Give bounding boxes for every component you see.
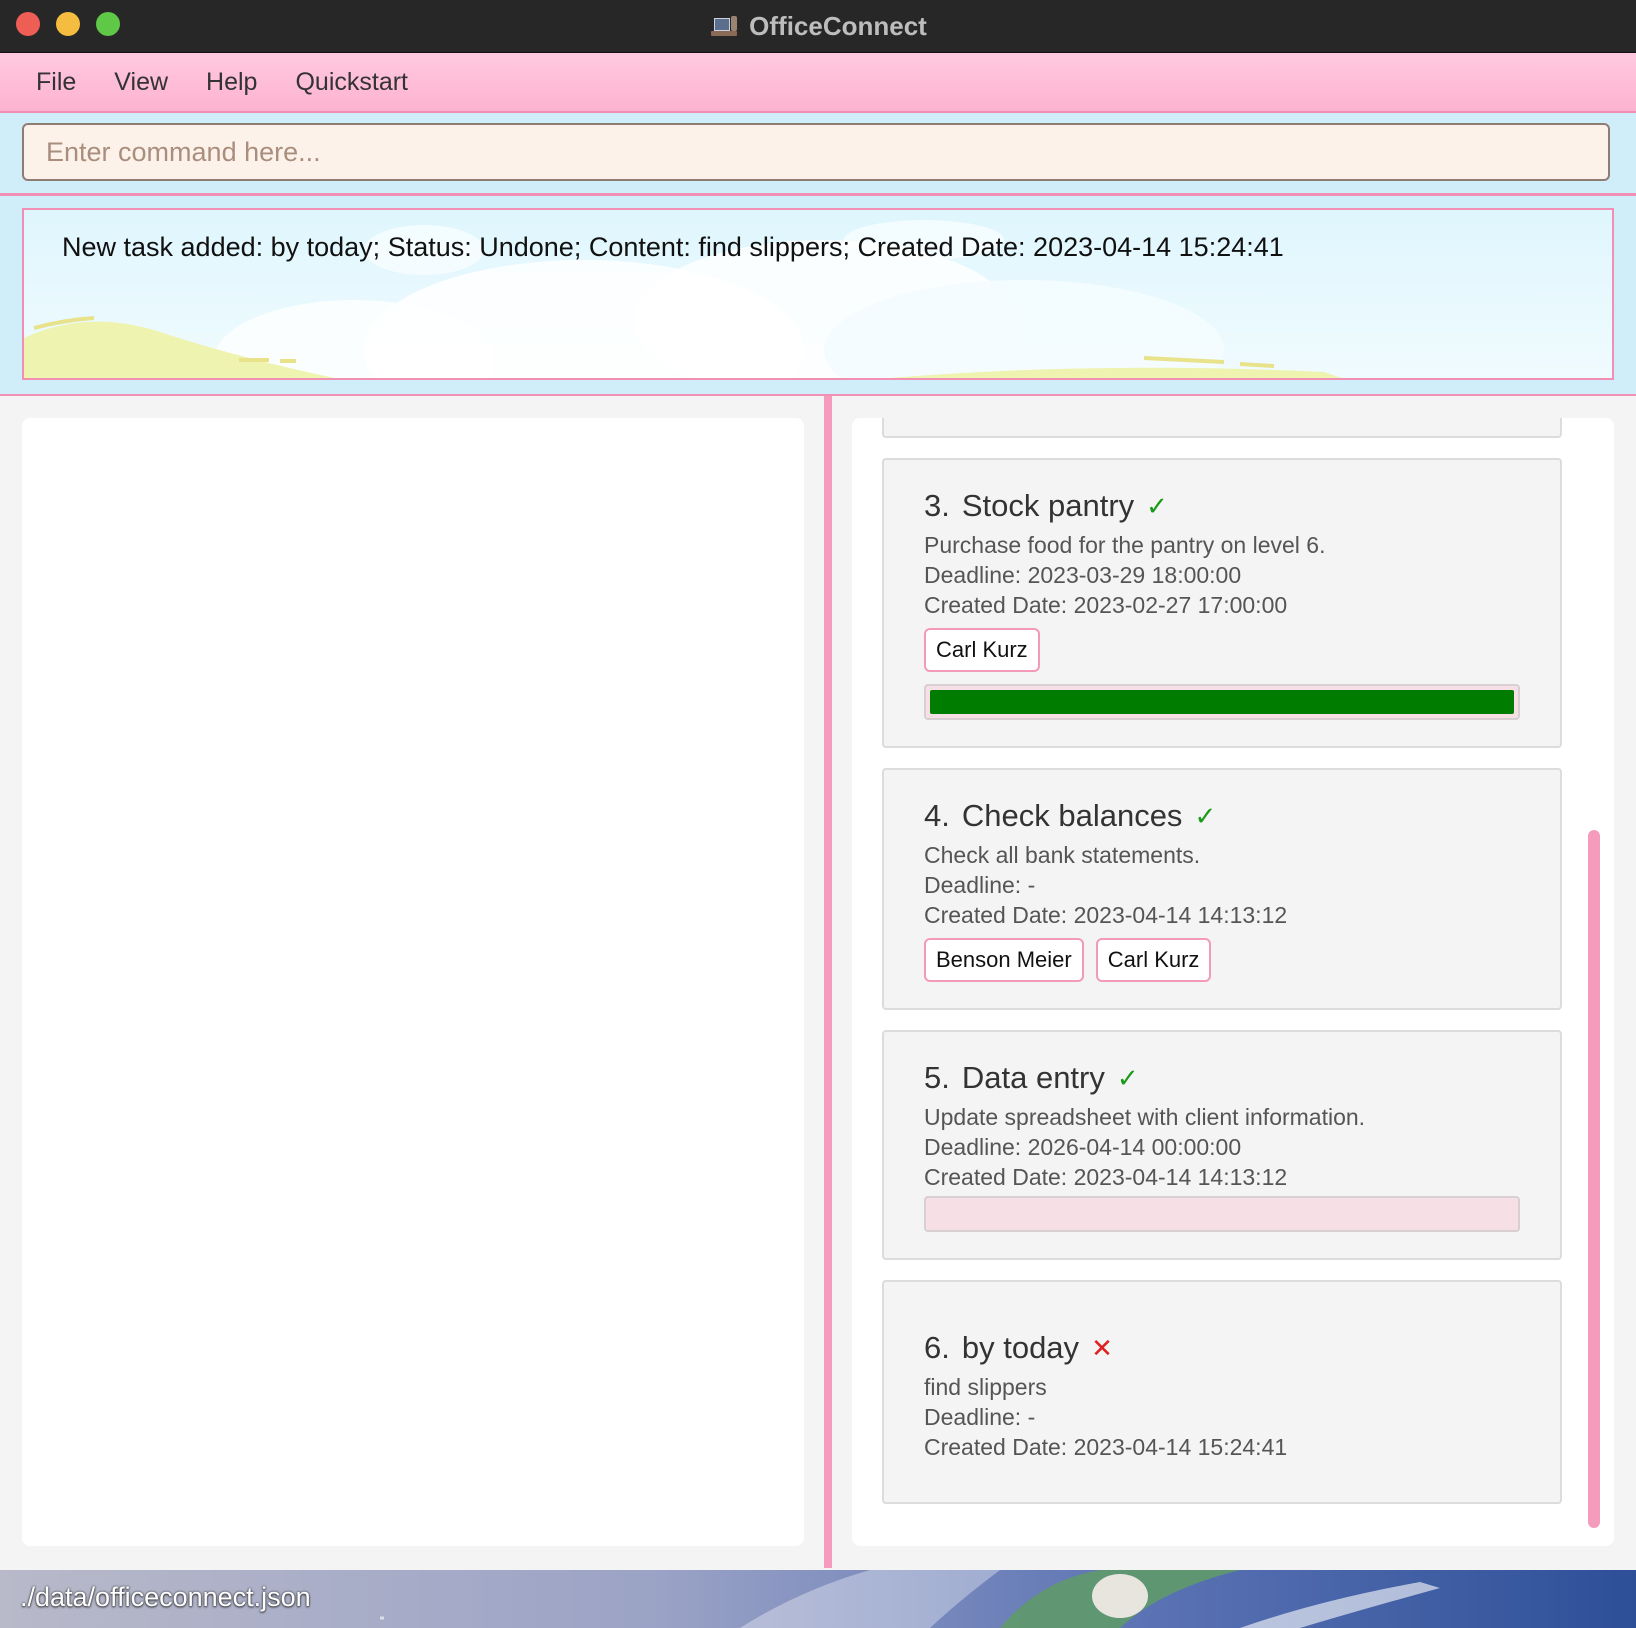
task-list-scrollbar[interactable] — [1588, 830, 1600, 1528]
task-tags: Carl Kurz — [924, 628, 1520, 672]
title-group: OfficeConnect — [0, 0, 1636, 52]
task-index: 3. — [924, 488, 950, 523]
task-content: find slippers — [924, 1374, 1047, 1400]
task-index: 5. — [924, 1060, 950, 1095]
task-created-date: Created Date: 2023-04-14 14:13:12 — [924, 1164, 1288, 1190]
assignee-tag: Carl Kurz — [1095, 938, 1212, 982]
assignee-tag: Benson Meier — [924, 938, 1084, 982]
task-content: Check all bank statements. — [924, 842, 1201, 868]
task-content: Update spreadsheet with client informati… — [924, 1104, 1366, 1130]
task-progress-bar — [924, 1196, 1520, 1232]
task-card[interactable]: 5. Data entry ✓ Update spreadsheet with … — [882, 1030, 1562, 1260]
task-created-date: Created Date: 2023-02-27 17:00:00 — [924, 592, 1288, 618]
task-title: Check balances — [961, 798, 1183, 833]
menu-bar: File View Help Quickstart — [0, 53, 1636, 113]
result-display-area: New task added: by today; Status: Undone… — [0, 196, 1636, 396]
task-card[interactable]: 3. Stock pantry ✓ Purchase food for the … — [882, 458, 1562, 748]
result-message: New task added: by today; Status: Undone… — [62, 232, 1284, 262]
done-check-icon: ✓ — [1146, 490, 1168, 521]
menu-help[interactable]: Help — [187, 68, 276, 97]
status-bar: ./data/officeconnect.json — [0, 1570, 1636, 1628]
task-title: Stock pantry — [961, 488, 1135, 523]
command-bar — [0, 113, 1636, 196]
task-deadline: Deadline: 2026-04-14 00:00:00 — [924, 1134, 1242, 1160]
task-created-date: Created Date: 2023-04-14 14:13:12 — [924, 902, 1288, 928]
title-bar: OfficeConnect — [0, 0, 1636, 53]
task-header: 6. by today ✕ — [924, 1330, 1520, 1366]
task-deadline: Deadline: - — [924, 1404, 1036, 1430]
save-file-path: ./data/officeconnect.json — [20, 1582, 311, 1612]
task-card[interactable]: 4. Check balances ✓ Check all bank state… — [882, 768, 1562, 1010]
task-created-date: Created Date: 2023-04-14 15:24:41 — [924, 1434, 1288, 1460]
task-deadline: Deadline: - — [924, 872, 1036, 898]
window-title: OfficeConnect — [749, 10, 927, 41]
assignee-tag: Carl Kurz — [924, 628, 1040, 672]
task-list: 3. Stock pantry ✓ Purchase food for the … — [882, 418, 1562, 1524]
task-content: Purchase food for the pantry on level 6. — [924, 532, 1326, 558]
done-check-icon: ✓ — [1116, 1062, 1139, 1093]
command-input[interactable] — [22, 123, 1610, 181]
menu-quickstart[interactable]: Quickstart — [276, 68, 427, 97]
left-list-panel — [22, 418, 804, 1546]
task-deadline: Deadline: 2023-03-29 18:00:00 — [924, 562, 1242, 588]
task-header: 3. Stock pantry ✓ — [924, 488, 1520, 524]
menu-view[interactable]: View — [95, 68, 187, 97]
task-header: 4. Check balances ✓ — [924, 798, 1520, 834]
office-desk-icon — [709, 13, 739, 39]
progress-fill — [930, 690, 1514, 714]
undone-cross-icon: ✕ — [1091, 1332, 1113, 1363]
menu-file[interactable]: File — [0, 68, 95, 97]
task-tags: Benson Meier Carl Kurz — [924, 938, 1520, 982]
task-title: by today — [961, 1330, 1080, 1365]
result-display: New task added: by today; Status: Undone… — [22, 208, 1614, 380]
task-card-partial[interactable] — [882, 418, 1562, 438]
task-title: Data entry — [961, 1060, 1105, 1095]
task-index: 4. — [924, 798, 950, 833]
task-header: 5. Data entry ✓ — [924, 1060, 1520, 1096]
task-card[interactable]: 6. by today ✕ find slippers Deadline: - … — [882, 1280, 1562, 1504]
task-progress-bar — [924, 684, 1520, 720]
done-check-icon: ✓ — [1194, 800, 1217, 831]
task-list-panel[interactable]: 3. Stock pantry ✓ Purchase food for the … — [852, 418, 1614, 1546]
task-index: 6. — [924, 1330, 950, 1365]
split-pane-divider[interactable] — [824, 396, 832, 1568]
